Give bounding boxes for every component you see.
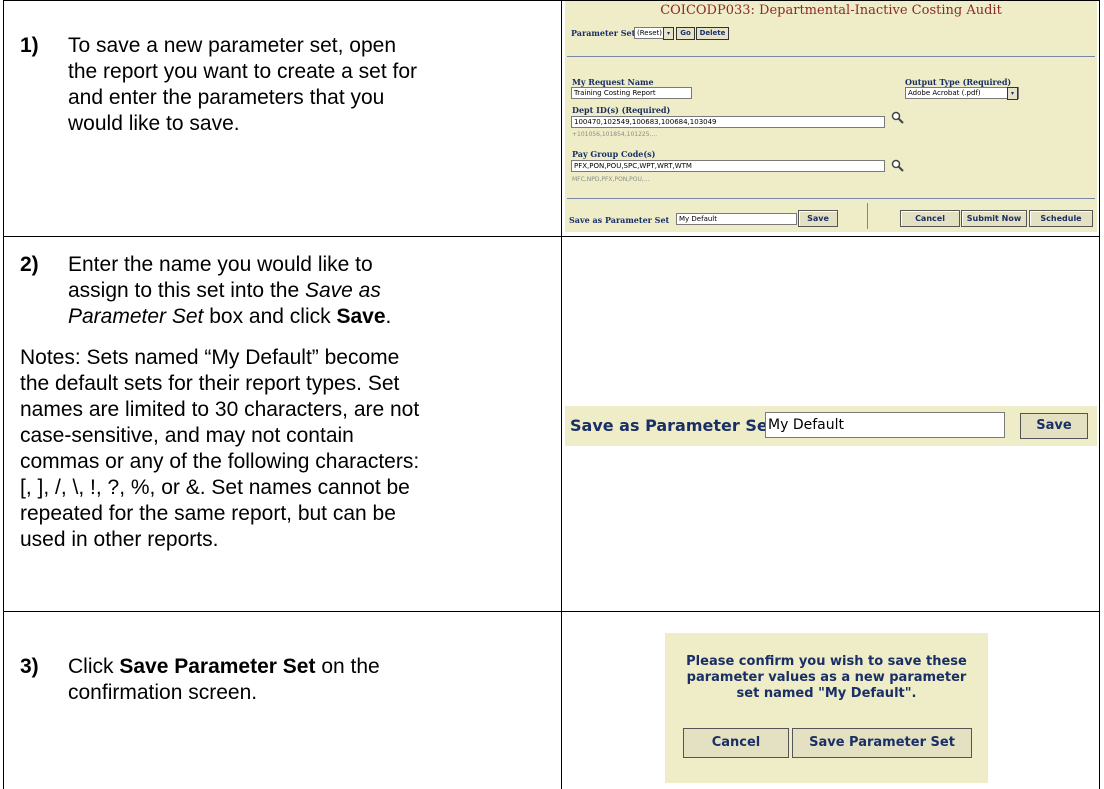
step-2-line: Parameter Set box and click Save.	[68, 304, 553, 330]
parameter-set-value: (Reset)	[637, 29, 663, 37]
parameter-set-select[interactable]: (Reset)	[634, 27, 666, 39]
save-as-label: Save as Parameter Set	[570, 416, 776, 435]
confirmation-message: Please confirm you wish to save these pa…	[665, 654, 988, 702]
step-2-line3-end: .	[385, 305, 392, 328]
step-2-line3-bold: Save	[336, 305, 386, 328]
step-1-number: 1)	[20, 34, 39, 57]
step-2-text: Enter the name you would like to assign …	[68, 252, 553, 330]
confirmation-line: Please confirm you wish to save these	[686, 654, 967, 669]
output-type-label: Output Type (Required)	[905, 77, 1012, 87]
step-1-line: would like to save.	[68, 112, 240, 135]
report-title: COICODP033: Departmental-Inactive Costin…	[660, 3, 1002, 18]
step-1-line: To save a new parameter set, open	[68, 34, 397, 57]
save-as-screenshot: Save as Parameter Set My Default Save	[565, 406, 1097, 446]
step-3-bold: Save Parameter Set	[119, 655, 316, 678]
step-1-line: the report you want to create a set for	[68, 60, 418, 83]
delete-button[interactable]: Delete	[696, 27, 729, 40]
dept-id-input[interactable]: 100470,102549,100683,100684,103049	[571, 116, 885, 128]
cancel-button[interactable]: Cancel	[683, 728, 789, 758]
pay-group-search-icon[interactable]	[891, 159, 905, 173]
save-button[interactable]: Save	[1020, 413, 1088, 439]
parameter-set-dropdown-arrow[interactable]: ▾	[663, 27, 674, 40]
step-1-line: and enter the parameters that you	[68, 86, 385, 109]
step-3-text: Click Save Parameter Set on the confirma…	[68, 654, 548, 706]
step-3-line: confirmation screen.	[68, 681, 258, 704]
step-2-line: assign to this set into the Save as	[68, 278, 553, 304]
report-form-screenshot: COICODP033: Departmental-Inactive Costin…	[565, 1, 1097, 232]
dept-id-label: Dept ID(s) (Required)	[572, 105, 671, 115]
notes-line: case-sensitive, and may not contain	[20, 424, 354, 447]
step-3-pre: Click	[68, 655, 120, 678]
step-2-line2-text: assign to this set into the	[68, 279, 300, 302]
confirmation-line: parameter values as a new parameter	[686, 670, 967, 685]
save-parameter-set-button[interactable]: Save Parameter Set	[792, 728, 972, 758]
table-border-right	[1099, 0, 1100, 789]
output-type-select[interactable]: Adobe Acrobat (.pdf)	[905, 87, 1019, 99]
save-button[interactable]: Save	[798, 210, 838, 227]
step-2-line2-italic: Save as	[304, 279, 381, 302]
step-3-number: 3)	[20, 655, 39, 678]
footer-divider	[867, 203, 868, 229]
go-button[interactable]: Go	[676, 27, 695, 40]
request-name-input[interactable]: Training Costing Report	[571, 87, 692, 99]
form-separator	[567, 56, 1095, 57]
notes-line: repeated for the same report, but can be	[20, 502, 396, 525]
save-as-input[interactable]: My Default	[765, 412, 1005, 438]
confirmation-line: set named "My Default".	[736, 686, 917, 701]
notes-line: Notes: Sets named “My Default” become	[20, 346, 400, 369]
column-divider	[561, 0, 562, 789]
notes-line: commas or any of the following character…	[20, 450, 420, 473]
notes-line: [, ], /, \, !, ?, %, or &. Set names can…	[20, 476, 410, 499]
step-3-line: Click Save Parameter Set on the	[68, 654, 548, 680]
step-1-text: To save a new parameter set, open the re…	[68, 33, 548, 137]
confirmation-screenshot: Please confirm you wish to save these pa…	[665, 633, 988, 783]
row-divider-2	[3, 611, 1100, 612]
step-2-number: 2)	[20, 253, 39, 276]
pay-group-input[interactable]: PFX,PON,POU,SPC,WPT,WRT,WTM	[571, 160, 885, 172]
footer-separator	[567, 198, 1095, 199]
dept-id-hint: +101056,101854,101225,...	[572, 131, 658, 138]
cancel-button[interactable]: Cancel	[900, 210, 960, 227]
notes-line: used in other reports.	[20, 528, 219, 551]
table-border-left	[3, 0, 4, 789]
step-2-line: Enter the name you would like to	[68, 253, 373, 276]
step-2-line3-rest: box and click	[203, 305, 337, 328]
request-name-label: My Request Name	[572, 77, 654, 87]
save-as-input[interactable]: My Default	[676, 213, 797, 225]
output-type-dropdown-arrow[interactable]: ▾	[1007, 87, 1018, 100]
submit-now-button[interactable]: Submit Now	[961, 210, 1027, 227]
notes-line: names are limited to 30 characters, are …	[20, 398, 420, 421]
schedule-button[interactable]: Schedule	[1029, 210, 1093, 227]
dept-search-icon[interactable]	[891, 111, 905, 125]
step-2-line3-italic: Parameter Set	[68, 305, 204, 328]
step-2-notes: Notes: Sets named “My Default” become th…	[20, 345, 555, 553]
pay-group-label: Pay Group Code(s)	[572, 149, 656, 159]
save-as-label: Save as Parameter Set	[569, 215, 670, 225]
notes-line: the default sets for their report types.…	[20, 372, 400, 395]
parameter-set-label: Parameter Set	[571, 28, 636, 38]
row-divider-1	[3, 236, 1100, 237]
pay-group-hint: MFC,NPD,PFX,PON,POU,...	[572, 176, 650, 183]
step-3-post: on the	[315, 655, 380, 678]
